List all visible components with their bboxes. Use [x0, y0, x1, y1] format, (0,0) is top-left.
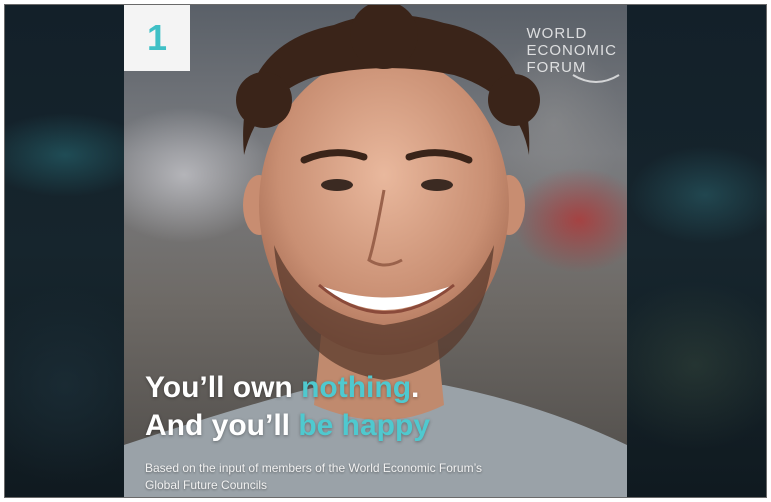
headline: You’ll own nothing. And you’ll be happy	[145, 369, 430, 445]
caption-line-2: Global Future Councils	[145, 478, 268, 492]
headline-text: And you’ll	[145, 409, 299, 442]
headline-line-2: And you’ll be happy	[145, 407, 430, 445]
headline-text: You’ll own	[145, 371, 302, 404]
logo-arc-icon	[571, 74, 620, 83]
headline-period: .	[411, 371, 420, 404]
video-frame[interactable]: 1 WORLD ECONOMIC FORUM You’ll own nothin…	[4, 4, 767, 498]
wef-logo: WORLD ECONOMIC FORUM	[526, 25, 620, 83]
slide-number: 1	[146, 17, 168, 58]
slide-card: 1 WORLD ECONOMIC FORUM You’ll own nothin…	[124, 5, 627, 497]
caption-line-1: Based on the input of members of the Wor…	[145, 461, 483, 475]
caption: Based on the input of members of the Wor…	[145, 460, 482, 494]
logo-line-1: WORLD	[526, 25, 588, 42]
headline-accent-be-happy: be happy	[298, 409, 431, 442]
headline-line-1: You’ll own nothing.	[145, 369, 430, 407]
headline-accent-nothing: nothing	[301, 371, 412, 404]
slide-number-badge: 1	[124, 5, 190, 71]
logo-line-2: ECONOMIC	[526, 42, 617, 59]
